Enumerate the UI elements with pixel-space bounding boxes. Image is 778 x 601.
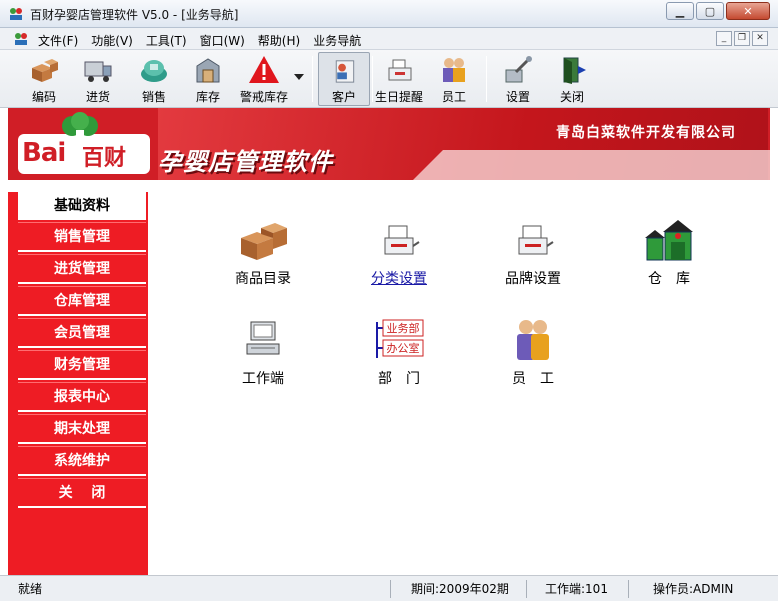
company-name: 青岛白菜软件开发有限公司	[556, 125, 736, 141]
toolbar-code-button[interactable]: 编码	[18, 52, 70, 106]
sidebar-item-warehouse[interactable]: 仓库管理	[18, 286, 146, 316]
document-icon[interactable]	[13, 32, 29, 46]
workstation-item[interactable]: 工作端	[208, 318, 318, 388]
dept-label-office: 办公室	[387, 341, 420, 355]
logo-latin: Bai	[22, 138, 66, 168]
maximize-button[interactable]: ▢	[696, 2, 724, 20]
toolbar-staff-button[interactable]: 员工	[428, 52, 480, 106]
sidebar-item-sales[interactable]: 销售管理	[18, 222, 146, 252]
menu-file[interactable]: 文件(F)	[38, 32, 78, 49]
employee-item[interactable]: 员 工	[478, 318, 588, 388]
sidebar-item-close[interactable]: 关 闭	[18, 478, 146, 508]
warehouse-icon	[645, 220, 693, 261]
mdi-close-button[interactable]: ✕	[752, 31, 768, 46]
sidebar-item-members[interactable]: 会员管理	[18, 318, 146, 348]
menu-bar: 文件(F) 功能(V) 工具(T) 窗口(W) 帮助(H) 业务导航 _ ❐ ✕	[0, 28, 778, 50]
menu-window[interactable]: 窗口(W)	[200, 32, 245, 49]
sidebar-item-period-end[interactable]: 期末处理	[18, 414, 146, 444]
window-title: 百财孕婴店管理软件 V5.0 - [业务导航]	[30, 8, 239, 22]
toolbar-exit-button[interactable]: 关闭	[546, 52, 598, 106]
status-bar: 就绪 期间:2009年02期 工作端:101 操作员:ADMIN	[0, 575, 778, 601]
warehouse-item[interactable]: 仓 库	[614, 218, 724, 288]
product-catalog-item[interactable]: 商品目录	[208, 218, 318, 288]
title-bar: 百财孕婴店管理软件 V5.0 - [业务导航] ▁ ▢ ✕	[0, 0, 778, 28]
close-window-button[interactable]: ✕	[726, 2, 770, 20]
sidebar-item-purchase[interactable]: 进货管理	[18, 254, 146, 284]
sidebar-item-system[interactable]: 系统维护	[18, 446, 146, 476]
toolbar-birthday-button[interactable]: 生日提醒	[372, 52, 426, 106]
mdi-restore-button[interactable]: ❐	[734, 31, 750, 46]
staff-icon	[443, 58, 465, 82]
sidebar: 基础资料 销售管理 进货管理 仓库管理 会员管理 财务管理 报表中心 期末处理 …	[8, 180, 148, 575]
boxes-icon	[241, 223, 287, 260]
customer-icon	[335, 60, 355, 83]
inventory-icon	[196, 58, 220, 83]
department-item[interactable]: 业务部 办公室 部 门	[344, 318, 454, 388]
minimize-button[interactable]: ▁	[666, 2, 694, 20]
mdi-minimize-button[interactable]: _	[716, 31, 732, 46]
app-icon	[10, 8, 22, 20]
brand-banner: Bai 百财 孕婴店管理软件 青岛白菜软件开发有限公司	[8, 108, 770, 180]
sales-icon	[141, 60, 167, 82]
printer-icon	[518, 225, 554, 255]
menu-business-nav[interactable]: 业务导航	[313, 32, 361, 49]
dept-label-business: 业务部	[387, 321, 420, 335]
category-settings-item[interactable]: 分类设置	[344, 218, 454, 288]
chevron-down-icon[interactable]	[294, 74, 304, 80]
staff-icon	[517, 320, 549, 360]
toolbar-inventory-button[interactable]: 库存	[182, 52, 234, 106]
brand-settings-item[interactable]: 品牌设置	[478, 218, 588, 288]
sidebar-item-finance[interactable]: 财务管理	[18, 350, 146, 380]
computer-icon	[246, 321, 280, 355]
sidebar-item-reports[interactable]: 报表中心	[18, 382, 146, 412]
product-name: 孕婴店管理软件	[158, 148, 333, 176]
truck-icon	[84, 61, 112, 82]
birthday-icon	[388, 59, 412, 81]
warning-icon	[249, 56, 279, 83]
status-state: 就绪	[18, 582, 43, 596]
toolbar: 编码 进货 销售 库存 警戒库存 客户 生日提醒 员工 设置 关闭	[0, 50, 778, 108]
menu-help[interactable]: 帮助(H)	[258, 32, 300, 49]
toolbar-settings-button[interactable]: 设置	[492, 52, 544, 106]
menu-function[interactable]: 功能(V)	[91, 32, 133, 49]
exit-icon	[563, 57, 586, 84]
status-terminal: 工作端:101	[526, 580, 628, 598]
status-period: 期间:2009年02期	[390, 580, 526, 598]
toolbar-warning-stock-button[interactable]: 警戒库存	[236, 52, 292, 106]
printer-icon	[384, 225, 420, 255]
sidebar-item-basic-data[interactable]: 基础资料	[18, 192, 146, 222]
department-icon: 业务部 办公室	[376, 319, 424, 358]
toolbar-purchase-button[interactable]: 进货	[72, 52, 124, 106]
boxes-icon	[32, 59, 58, 82]
settings-icon	[505, 56, 532, 83]
toolbar-customer-button[interactable]: 客户	[318, 52, 370, 106]
menu-tools[interactable]: 工具(T)	[146, 32, 187, 49]
status-operator: 操作员:ADMIN	[628, 580, 768, 598]
logo-cn: 百财	[82, 146, 127, 171]
toolbar-sales-button[interactable]: 销售	[128, 52, 180, 106]
